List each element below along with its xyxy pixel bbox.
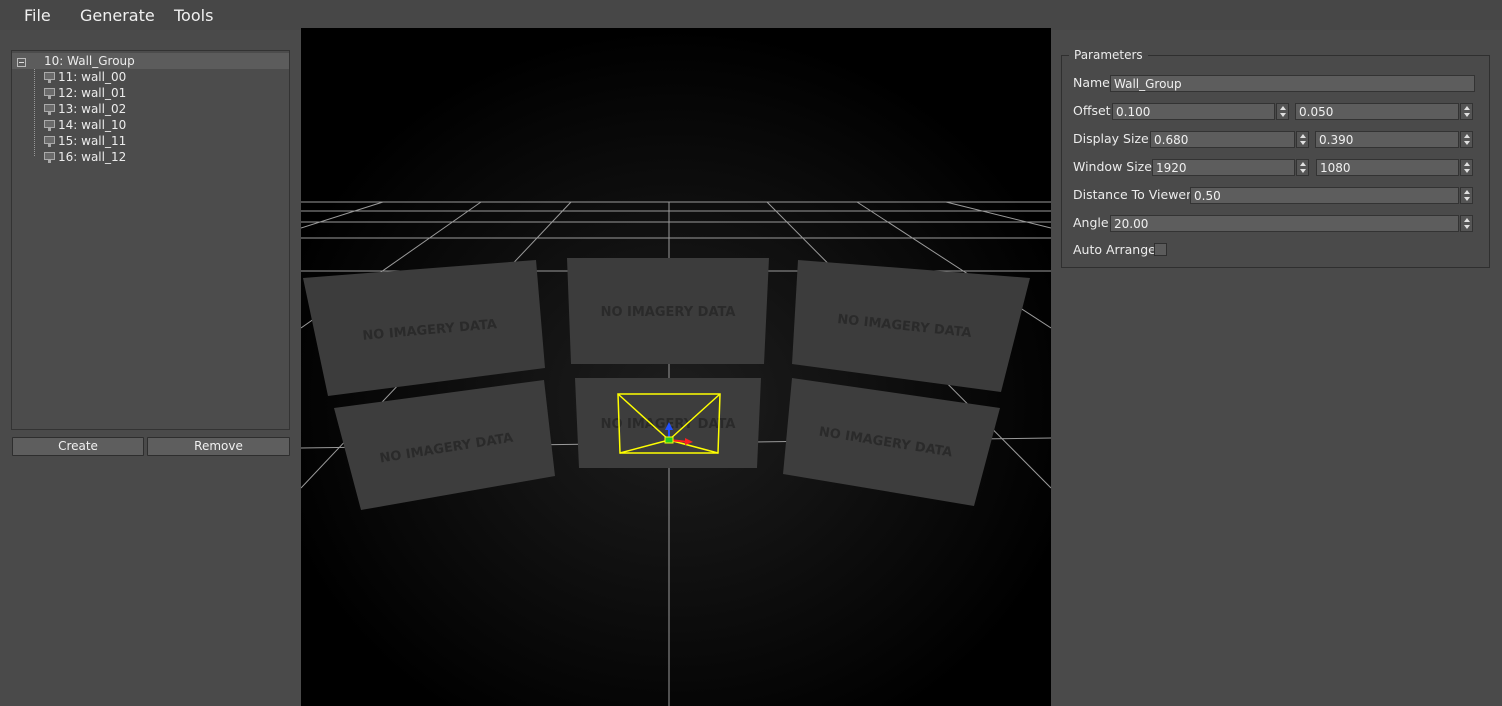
distance-label: Distance To Viewer <box>1073 187 1192 202</box>
window-height-field[interactable]: 1080 <box>1316 159 1459 176</box>
collapse-icon[interactable] <box>17 58 26 67</box>
menu-file[interactable]: File <box>24 6 51 25</box>
3d-viewport[interactable]: NO IMAGERY DATA NO IMAGERY DATA NO IMAGE… <box>301 28 1051 706</box>
monitor-icon <box>44 120 55 131</box>
distance-field[interactable]: 0.50 <box>1190 187 1459 204</box>
offset-label: Offset <box>1073 103 1111 118</box>
display-size-label: Display Size <box>1073 131 1149 146</box>
tree-item-label: 10: Wall_Group <box>44 54 135 68</box>
window-height-spinner[interactable] <box>1460 159 1473 176</box>
angle-field[interactable]: 20.00 <box>1110 215 1459 232</box>
display-width-field[interactable]: 0.680 <box>1150 131 1295 148</box>
menu-generate[interactable]: Generate <box>80 6 155 25</box>
display-height-field[interactable]: 0.390 <box>1315 131 1459 148</box>
monitor-icon <box>44 152 55 163</box>
window-width-spinner[interactable] <box>1296 159 1309 176</box>
distance-spinner[interactable] <box>1460 187 1473 204</box>
name-field[interactable]: Wall_Group <box>1110 75 1475 92</box>
create-button[interactable]: Create <box>12 437 144 456</box>
window-size-label: Window Size <box>1073 159 1152 174</box>
viewport-canvas: NO IMAGERY DATA NO IMAGERY DATA NO IMAGE… <box>301 28 1051 706</box>
menu-bar: File Generate Tools <box>0 0 1502 30</box>
angle-label: Angle <box>1073 215 1109 230</box>
offset-x-spinner[interactable] <box>1276 103 1289 120</box>
remove-button[interactable]: Remove <box>147 437 290 456</box>
offset-y-field[interactable]: 0.050 <box>1295 103 1459 120</box>
monitor-icon <box>44 72 55 83</box>
name-label: Name <box>1073 75 1110 90</box>
display-height-spinner[interactable] <box>1460 131 1473 148</box>
tree-item-wall[interactable]: 13: wall_02 <box>12 101 289 117</box>
offset-x-field[interactable]: 0.100 <box>1112 103 1275 120</box>
offset-y-spinner[interactable] <box>1460 103 1473 120</box>
tree-item-label: 12: wall_01 <box>58 86 127 100</box>
tree-item-root[interactable]: 10: Wall_Group <box>12 53 289 69</box>
no-imagery-label: NO IMAGERY DATA <box>601 305 736 320</box>
monitor-icon <box>44 104 55 115</box>
tree-item-label: 15: wall_11 <box>58 134 127 148</box>
tree-item-label: 13: wall_02 <box>58 102 127 116</box>
tree-item-label: 11: wall_00 <box>58 70 127 84</box>
tree-item-wall[interactable]: 11: wall_00 <box>12 69 289 85</box>
scene-tree[interactable]: 10: Wall_Group 11: wall_00 12: wall_01 1… <box>11 50 290 430</box>
auto-arrange-label: Auto Arrange <box>1073 242 1156 257</box>
menu-tools[interactable]: Tools <box>174 6 213 25</box>
angle-spinner[interactable] <box>1460 215 1473 232</box>
tree-item-wall[interactable]: 16: wall_12 <box>12 149 289 165</box>
monitor-icon <box>44 88 55 99</box>
auto-arrange-checkbox[interactable] <box>1154 243 1167 256</box>
window-width-field[interactable]: 1920 <box>1152 159 1295 176</box>
tree-item-wall[interactable]: 12: wall_01 <box>12 85 289 101</box>
tree-item-label: 16: wall_12 <box>58 150 127 164</box>
tree-item-label: 14: wall_10 <box>58 118 127 132</box>
parameters-title: Parameters <box>1069 48 1148 62</box>
tree-item-wall[interactable]: 14: wall_10 <box>12 117 289 133</box>
tree-item-wall[interactable]: 15: wall_11 <box>12 133 289 149</box>
monitor-icon <box>44 136 55 147</box>
display-width-spinner[interactable] <box>1296 131 1309 148</box>
